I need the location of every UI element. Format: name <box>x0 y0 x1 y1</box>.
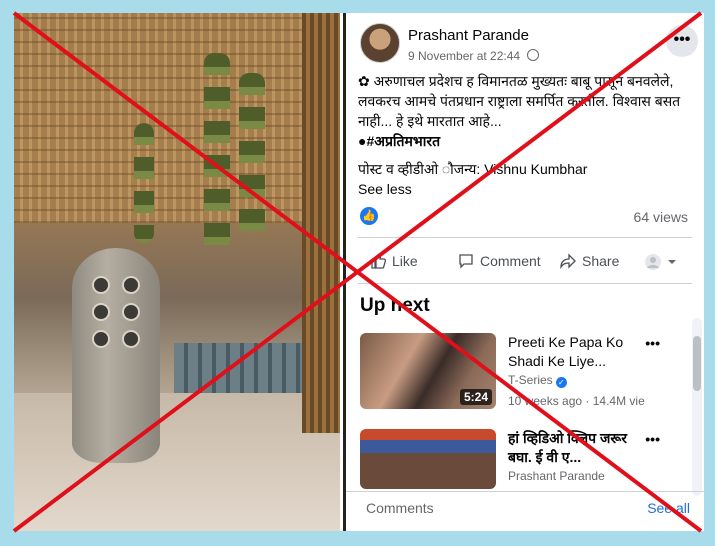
kiosk-vent <box>122 330 140 348</box>
video-ceiling-slats <box>14 13 340 223</box>
kiosk-vent <box>122 303 140 321</box>
like-button[interactable]: Like <box>370 253 418 269</box>
share-button[interactable]: Share <box>560 253 619 269</box>
hashtag-link[interactable]: ●#अप्रतिमभारत <box>358 133 440 149</box>
profile-selector-icon <box>645 254 676 270</box>
comment-label: Comment <box>480 253 541 269</box>
scrollbar-thumb[interactable] <box>693 336 701 391</box>
video-thumbnail[interactable]: 5:24 <box>360 333 496 409</box>
wooden-pillar <box>302 13 340 433</box>
post-panel: Prashant Parande 9 November at 22:44 •••… <box>343 13 704 531</box>
post-timestamp[interactable]: 9 November at 22:44 <box>408 49 520 63</box>
post-text: अरुणाचल प्रदेशच ह विमानतळ मुख्यतः बाबू प… <box>358 73 681 129</box>
globe-icon <box>527 49 540 61</box>
divider <box>358 283 692 284</box>
video-floor <box>14 393 340 531</box>
post-credit: पोस्ट व व्हीडीओ ौजन्य: Vishnu Kumbhar <box>358 161 588 177</box>
kiosk-column <box>72 248 160 463</box>
hanging-plant <box>239 73 265 243</box>
card-more-icon[interactable]: ••• <box>645 431 660 447</box>
video-player[interactable] <box>14 13 340 531</box>
kiosk-vent <box>92 276 110 294</box>
channel-name[interactable]: T-Series ✓ <box>508 373 567 388</box>
post-meta: 9 November at 22:44 <box>408 49 540 63</box>
post-stats: 👍 64 views <box>360 205 690 227</box>
channel-name[interactable]: Prashant Parande <box>508 469 605 483</box>
hanging-plant <box>134 123 154 243</box>
see-all-link[interactable]: See all <box>647 500 690 516</box>
like-label: Like <box>392 253 418 269</box>
author-avatar[interactable] <box>360 23 400 63</box>
up-next-heading: Up next <box>360 295 430 316</box>
share-icon <box>560 253 576 269</box>
kiosk-vent <box>122 276 140 294</box>
hanging-plant <box>204 53 230 253</box>
video-thumbnail[interactable] <box>360 429 496 489</box>
video-title[interactable]: Preeti Ke Papa Ko Shadi Ke Liye... <box>508 333 648 371</box>
action-bar: Like Comment Share <box>360 249 690 279</box>
kiosk-vent <box>92 330 110 348</box>
channel-label: T-Series <box>508 373 553 387</box>
video-info: 10 weeks ago · 14.4M vie <box>508 394 645 408</box>
thumbs-up-icon <box>371 253 386 269</box>
video-duration: 5:24 <box>459 389 492 405</box>
like-reaction-icon[interactable]: 👍 <box>360 207 378 225</box>
screenshot-frame: Prashant Parande 9 November at 22:44 •••… <box>14 13 704 531</box>
comments-label[interactable]: Comments <box>366 500 434 516</box>
more-options-button[interactable]: ••• <box>666 25 698 57</box>
comment-icon <box>459 254 473 269</box>
post-body: ✿ अरुणाचल प्रदेशच ह विमानतळ मुख्यतः बाबू… <box>358 71 688 199</box>
scrollbar[interactable] <box>692 318 702 496</box>
divider <box>358 237 692 238</box>
author-name[interactable]: Prashant Parande <box>408 27 529 44</box>
kiosk-vent <box>92 303 110 321</box>
comments-footer: Comments See all <box>346 491 704 532</box>
verified-icon: ✓ <box>555 377 567 388</box>
share-label: Share <box>582 253 620 269</box>
card-more-icon[interactable]: ••• <box>645 335 660 351</box>
audience-selector[interactable] <box>644 253 680 274</box>
emoji-icon: ✿ <box>358 73 374 89</box>
up-next-card[interactable]: 5:24 Preeti Ke Papa Ko Shadi Ke Liye... … <box>360 333 690 413</box>
views-count: 64 views <box>633 209 688 225</box>
comment-button[interactable]: Comment <box>458 253 541 269</box>
see-less-link[interactable]: See less <box>358 179 688 199</box>
video-title[interactable]: हां व्हिडिओ क्लिप जरूर बघा. ई वी ए... <box>508 429 648 467</box>
